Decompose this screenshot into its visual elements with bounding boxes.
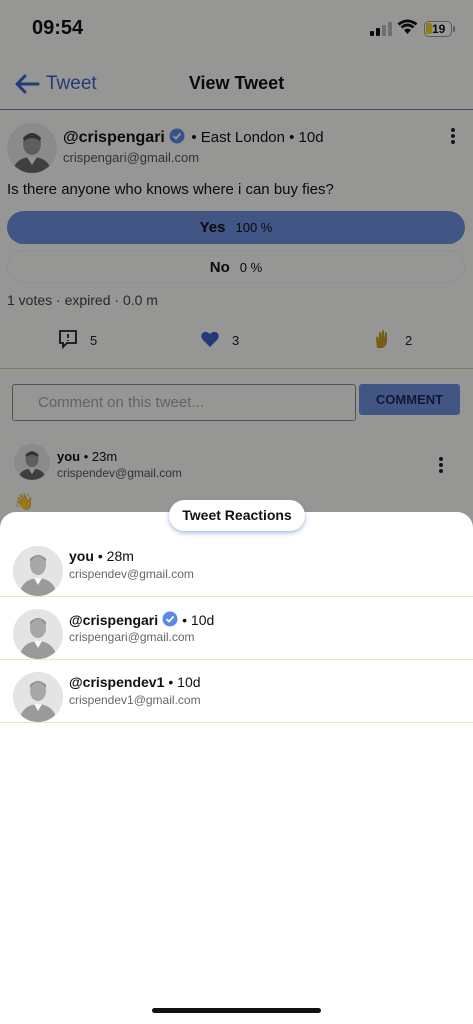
reaction-item[interactable]: @crispendev1 • 10d crispendev1@gmail.com [0, 660, 473, 723]
reactions-bottom-sheet: you • 28m crispendev@gmail.com @crispenga… [0, 512, 473, 1024]
reaction-email: crispendev@gmail.com [69, 567, 194, 581]
reaction-time: • 10d [168, 674, 201, 690]
sheet-title: Tweet Reactions [169, 500, 305, 531]
default-avatar-icon [13, 546, 63, 596]
default-avatar-icon [13, 609, 63, 659]
reaction-item[interactable]: @crispengari • 10d crispengari@gmail.com [0, 597, 473, 660]
reaction-time: • 28m [97, 548, 134, 564]
reaction-email: crispendev1@gmail.com [69, 693, 201, 707]
avatar [13, 609, 63, 659]
reaction-author: @crispendev1 • 10d [69, 674, 201, 690]
reaction-handle: @crispendev1 [69, 674, 165, 690]
reaction-author: @crispengari • 10d [69, 611, 214, 628]
avatar [13, 546, 63, 596]
avatar [13, 672, 63, 722]
reaction-time: • 10d [182, 612, 215, 628]
home-indicator[interactable] [152, 1008, 321, 1013]
reaction-handle: you [69, 548, 94, 564]
verified-badge-icon [162, 611, 178, 627]
default-avatar-icon [13, 672, 63, 722]
reaction-author: you • 28m [69, 548, 134, 564]
reaction-item[interactable]: you • 28m crispendev@gmail.com [0, 534, 473, 597]
reaction-handle: @crispengari [69, 612, 159, 628]
reaction-email: crispengari@gmail.com [69, 630, 195, 644]
